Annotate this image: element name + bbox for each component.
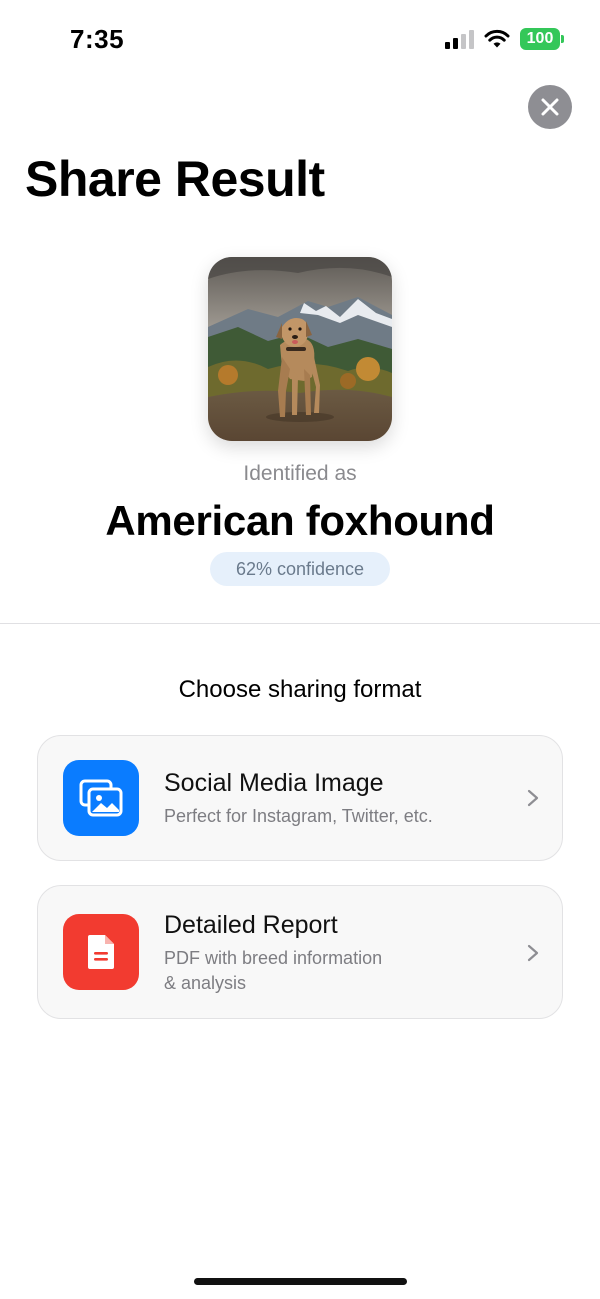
status-time: 7:35	[70, 24, 125, 54]
status-indicators: 100	[445, 28, 564, 50]
cellular-signal-icon	[445, 29, 474, 49]
option-description-line: & analysis	[164, 973, 247, 993]
option-description-line: PDF with breed information	[164, 948, 383, 968]
divider	[0, 623, 600, 624]
breed-name: American foxhound	[105, 497, 495, 544]
option-description: PDF with breed information & analysis	[164, 946, 484, 996]
chevron-right-icon	[527, 789, 539, 807]
home-indicator[interactable]	[194, 1278, 407, 1285]
photos-icon	[63, 760, 139, 836]
wifi-icon	[484, 29, 510, 48]
option-title: Social Media Image	[164, 769, 384, 797]
identified-label: Identified as	[243, 462, 357, 485]
sharing-format-heading: Choose sharing format	[178, 676, 422, 703]
document-icon	[63, 914, 139, 990]
status-bar: 7:35 100	[0, 0, 600, 80]
dog-photo	[208, 257, 392, 441]
close-button[interactable]	[528, 85, 572, 129]
confidence-badge: 62% confidence	[210, 552, 390, 586]
page-title: Share Result	[25, 151, 325, 207]
social-media-image-option[interactable]: Social Media Image Perfect for Instagram…	[37, 735, 563, 861]
battery-level: 100	[526, 30, 554, 47]
battery-icon: 100	[520, 28, 564, 50]
option-description: Perfect for Instagram, Twitter, etc.	[164, 806, 433, 826]
option-title: Detailed Report	[164, 911, 338, 939]
chevron-right-icon	[527, 944, 539, 962]
detailed-report-option[interactable]: Detailed Report PDF with breed informati…	[37, 885, 563, 1019]
close-icon	[541, 98, 559, 116]
